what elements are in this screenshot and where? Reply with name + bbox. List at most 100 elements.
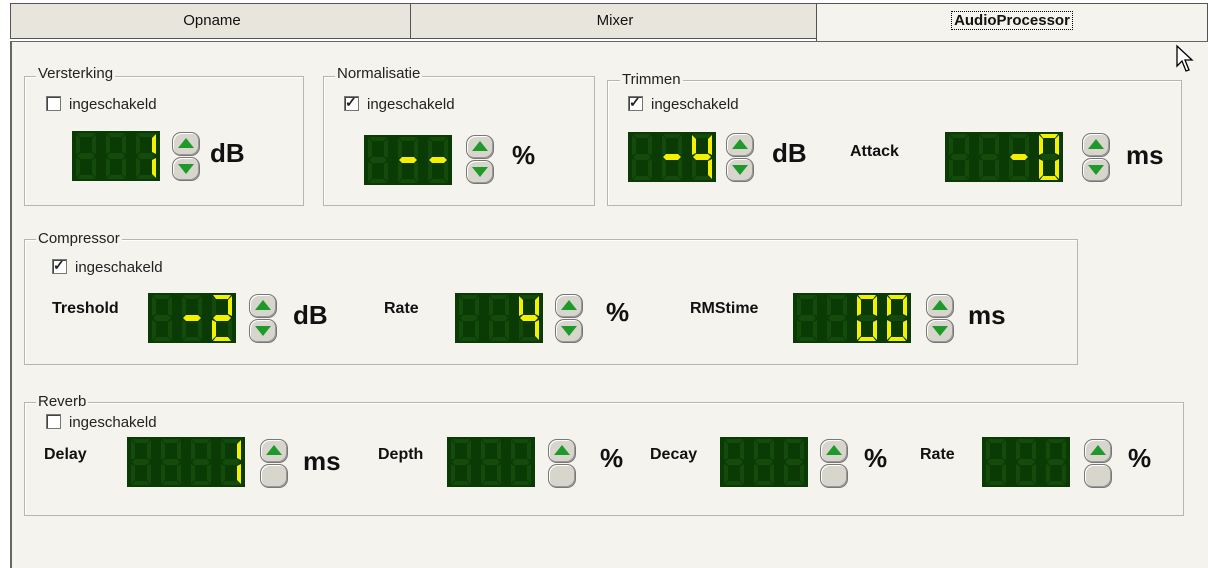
decay-display [720, 437, 808, 487]
tab-mixer-label: Mixer [596, 12, 634, 29]
lcd-digit [1042, 437, 1070, 487]
decay-label: Decay [650, 446, 698, 463]
attack-display [945, 132, 1063, 182]
versterking-spinner[interactable] [170, 130, 202, 184]
trimmen-enable-checkbox[interactable]: ✓ ingeschakeld [628, 94, 739, 113]
rmstime-display [793, 293, 911, 343]
treshold-label: Treshold [52, 300, 119, 317]
lcd-digit [853, 293, 881, 343]
decrement-button[interactable] [1084, 464, 1112, 488]
rmstime-unit: ms [968, 300, 1006, 330]
decrement-button[interactable] [1082, 158, 1110, 182]
increment-button[interactable] [172, 132, 200, 156]
decay-spinner[interactable] [818, 437, 850, 491]
lcd-digit [1012, 437, 1040, 487]
mouse-pointer-icon [1176, 44, 1194, 72]
compressor-rate-display [455, 293, 543, 343]
lcd-digit [515, 293, 543, 343]
increment-button[interactable] [249, 294, 277, 318]
increment-button[interactable] [820, 439, 848, 463]
decrement-button[interactable] [466, 160, 494, 184]
increment-button[interactable] [548, 439, 576, 463]
lcd-digit [1005, 132, 1033, 182]
checkbox-box[interactable]: ✓ [628, 94, 643, 111]
compressor-rate-spinner[interactable] [553, 292, 585, 346]
normalisatie-spinner[interactable] [464, 133, 496, 187]
lcd-digit [394, 135, 422, 185]
arrow-down-icon [561, 326, 577, 336]
depth-unit: % [600, 443, 624, 473]
arrow-up-icon [472, 141, 488, 151]
depth-spinner[interactable] [546, 437, 578, 491]
increment-button[interactable] [466, 135, 494, 159]
increment-button[interactable] [926, 294, 954, 318]
lcd-digit [132, 131, 160, 181]
tab-audioprocessor[interactable]: AudioProcessor [816, 3, 1208, 43]
compressor-rate-label: Rate [384, 300, 419, 317]
decrement-button[interactable] [260, 464, 288, 488]
treshold-spinner[interactable] [247, 292, 279, 346]
attack-unit: ms [1126, 140, 1164, 170]
increment-button[interactable] [555, 294, 583, 318]
checkmark-icon: ✓ [345, 94, 357, 110]
checkbox-box[interactable]: ✓ [52, 257, 67, 274]
normalisatie-display [364, 135, 452, 185]
lcd-digit [688, 132, 716, 182]
lcd-digit [447, 437, 475, 487]
increment-button[interactable] [1084, 439, 1112, 463]
lcd-digit [1035, 132, 1063, 182]
arrow-up-icon [1088, 139, 1104, 149]
trimmen-display [628, 132, 716, 182]
increment-button[interactable] [260, 439, 288, 463]
lcd-digit [455, 293, 483, 343]
lcd-digit [628, 132, 656, 182]
decrement-button[interactable] [555, 319, 583, 343]
tab-opname[interactable]: Opname [10, 3, 414, 39]
attack-spinner[interactable] [1080, 131, 1112, 185]
arrow-down-icon [932, 326, 948, 336]
decrement-button[interactable] [548, 464, 576, 488]
compressor-enable-checkbox[interactable]: ✓ ingeschakeld [52, 257, 163, 276]
reverb-enable-checkbox[interactable]: ingeschakeld [46, 414, 157, 431]
decrement-button[interactable] [926, 319, 954, 343]
lcd-digit [975, 132, 1003, 182]
checkbox-box[interactable] [46, 96, 61, 111]
arrow-up-icon [554, 445, 570, 455]
lcd-digit [793, 293, 821, 343]
decrement-button[interactable] [172, 157, 200, 181]
decrement-button[interactable] [249, 319, 277, 343]
rmstime-label: RMStime [690, 300, 759, 317]
lcd-digit [208, 293, 236, 343]
checkbox-label: ingeschakeld [69, 96, 157, 113]
checkbox-box[interactable]: ✓ [344, 94, 359, 111]
lcd-digit [477, 437, 505, 487]
arrow-up-icon [826, 445, 842, 455]
increment-button[interactable] [726, 133, 754, 157]
lcd-digit [507, 437, 535, 487]
delay-spinner[interactable] [258, 437, 290, 491]
increment-button[interactable] [1082, 133, 1110, 157]
lcd-digit [982, 437, 1010, 487]
checkbox-box[interactable] [46, 414, 61, 429]
depth-display [447, 437, 535, 487]
lcd-digit [148, 293, 176, 343]
trimmen-spinner[interactable] [724, 131, 756, 185]
reverb-rate-label: Rate [920, 446, 955, 463]
normalisatie-enable-checkbox[interactable]: ✓ ingeschakeld [344, 94, 455, 113]
decrement-button[interactable] [820, 464, 848, 488]
rmstime-spinner[interactable] [924, 292, 956, 346]
decrement-button[interactable] [726, 158, 754, 182]
tab-opname-label: Opname [183, 12, 241, 29]
versterking-title: Versterking [36, 65, 116, 82]
reverb-rate-display [982, 437, 1070, 487]
arrow-down-icon [472, 167, 488, 177]
reverb-rate-spinner[interactable] [1082, 437, 1114, 491]
lcd-digit [750, 437, 778, 487]
lcd-digit [720, 437, 748, 487]
versterking-enable-checkbox[interactable]: ingeschakeld [46, 96, 157, 113]
arrow-down-icon [732, 165, 748, 175]
checkmark-icon: ✓ [53, 257, 65, 273]
versterking-unit: dB [210, 138, 245, 168]
tab-mixer[interactable]: Mixer [410, 3, 820, 39]
lcd-digit [364, 135, 392, 185]
